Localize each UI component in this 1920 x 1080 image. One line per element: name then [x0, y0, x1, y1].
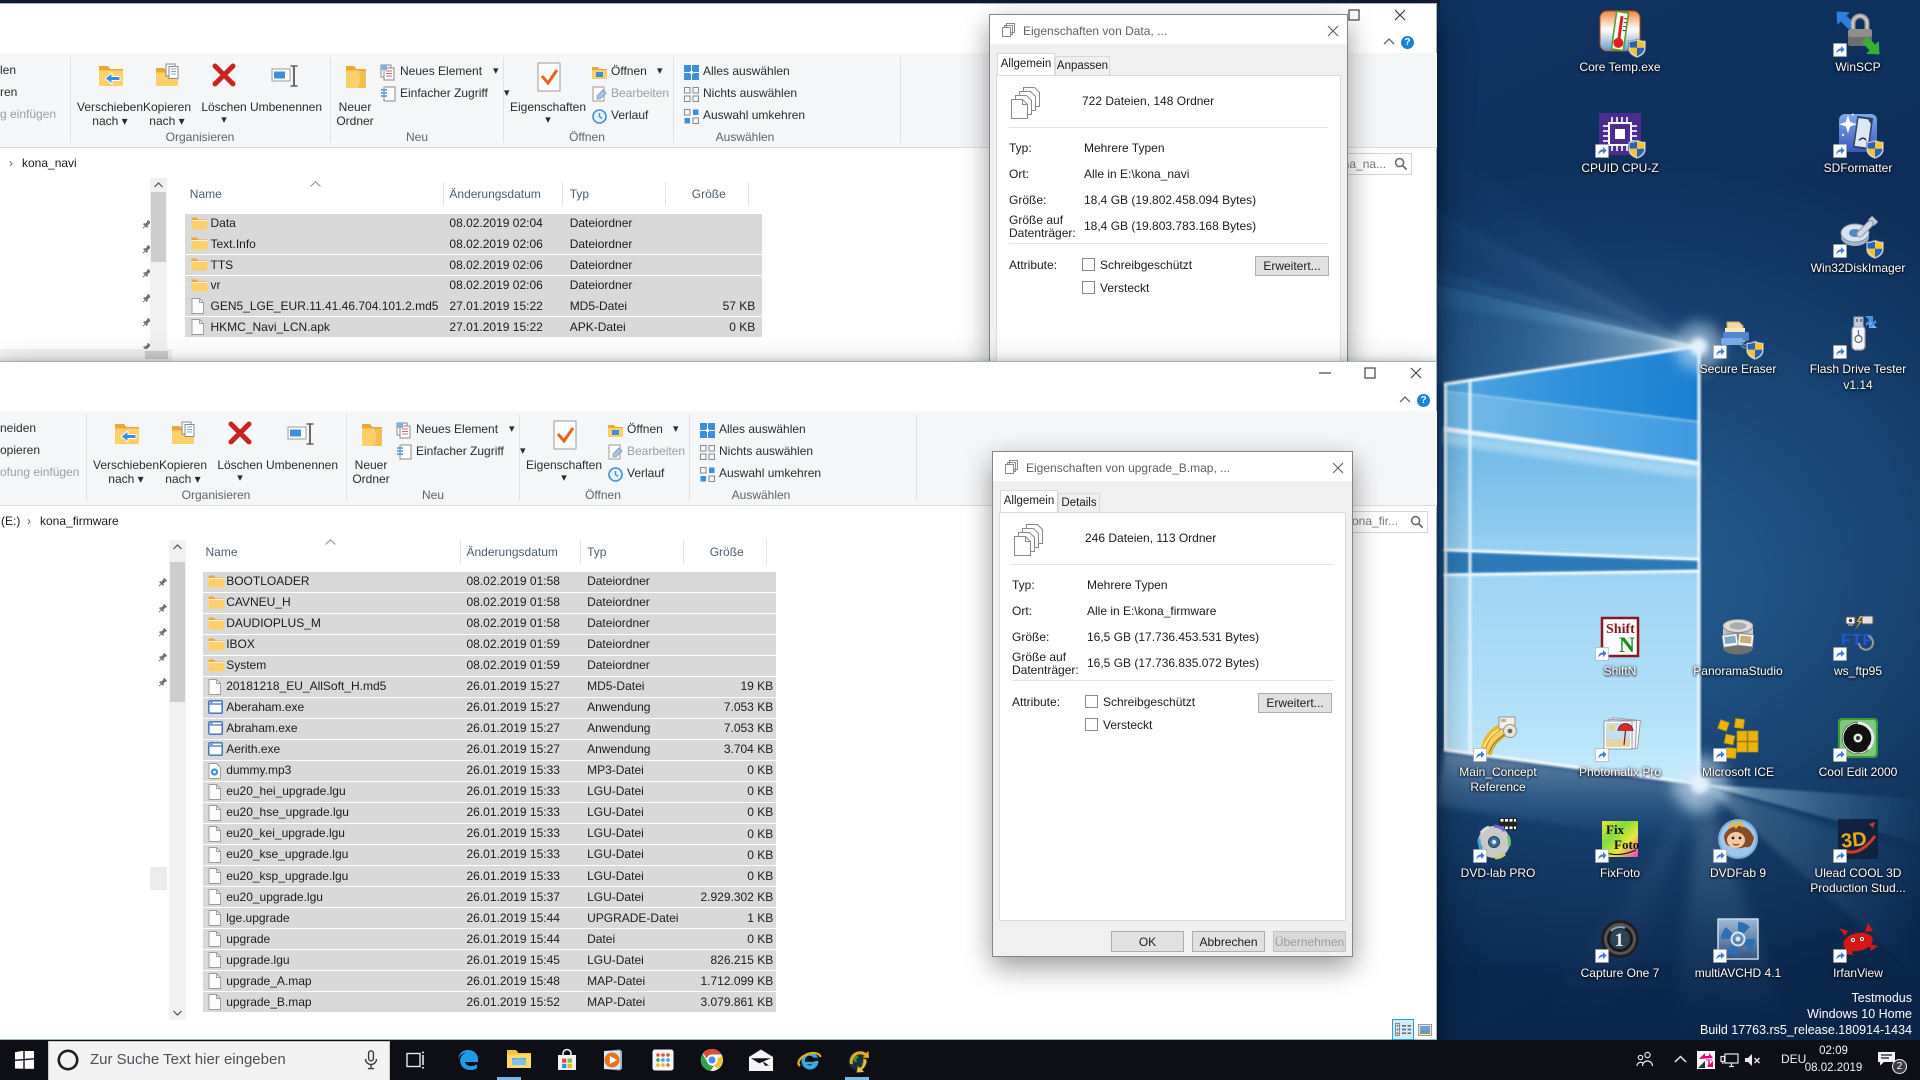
svg-text:1: 1 — [1615, 930, 1625, 951]
svg-text:Fix: Fix — [1606, 822, 1625, 837]
svg-text:T: T — [1706, 1058, 1712, 1068]
svg-text:N: N — [1619, 632, 1635, 657]
